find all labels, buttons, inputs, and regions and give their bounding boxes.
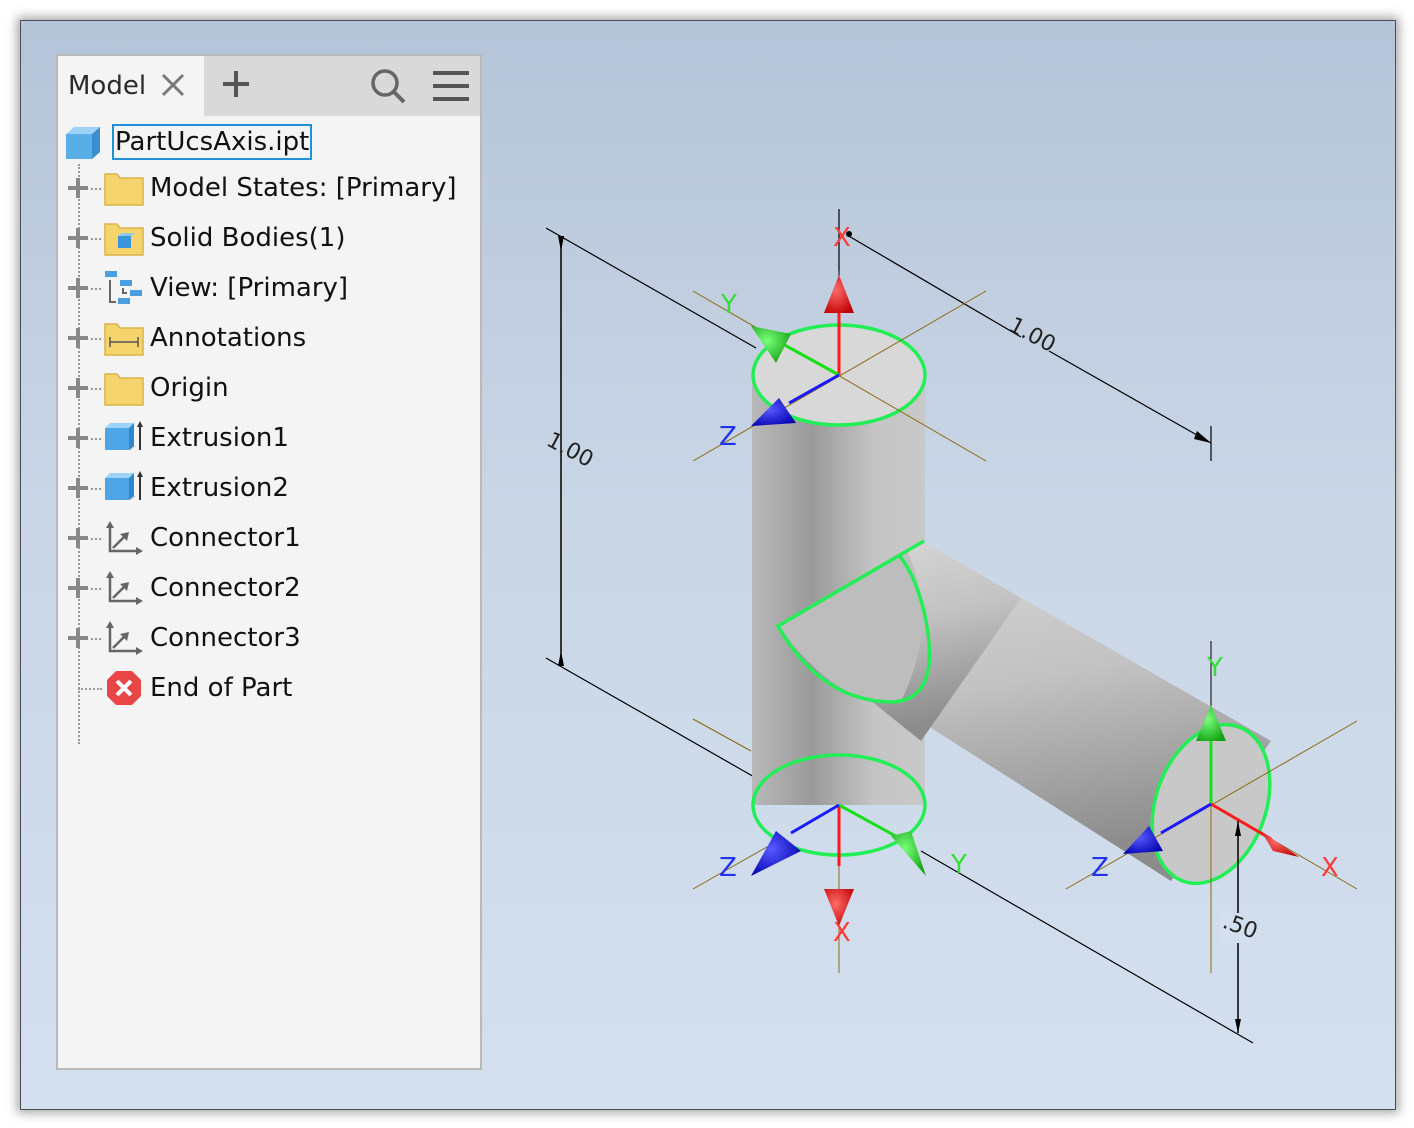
tree-item-label: Annotations (150, 323, 307, 353)
ucs-connector-icon (106, 521, 143, 555)
tree-item-end-of-part[interactable]: End of Part (58, 666, 480, 710)
y-axis-label: Y (720, 290, 737, 320)
y-axis-arrow[interactable] (891, 831, 926, 876)
tree-item-label: Model States: [Primary] (150, 173, 457, 203)
tree-item-connector3[interactable]: Connector3 (58, 616, 480, 660)
extrusion-icon (105, 471, 143, 500)
dimension-value: 1.00 (1005, 313, 1060, 358)
x-axis-label: X (833, 918, 851, 948)
tree-item-label: View: [Primary] (150, 273, 349, 303)
expand-icon[interactable] (66, 476, 90, 500)
expand-icon[interactable] (66, 276, 90, 300)
x-axis-label: X (1321, 853, 1339, 883)
x-axis-arrow[interactable] (1261, 831, 1299, 857)
end-of-part-icon (107, 671, 141, 705)
tree-item-connector1[interactable]: Connector1 (58, 516, 480, 560)
expand-icon[interactable] (66, 626, 90, 650)
z-axis-label: Z (719, 853, 737, 883)
tree-item-model-states[interactable]: Model States: [Primary] (58, 166, 480, 210)
hamburger-menu-icon[interactable] (432, 68, 470, 104)
ucs-connector-icon (106, 621, 143, 655)
extrusion-icon (105, 421, 143, 450)
y-axis-label: Y (1206, 653, 1223, 683)
x-axis-label: X (833, 223, 851, 253)
dimension-value: 1.00 (542, 428, 597, 473)
tab-model-label: Model (68, 71, 147, 101)
tree-item-solid-bodies[interactable]: Solid Bodies(1) (58, 216, 480, 260)
plus-icon[interactable] (220, 68, 252, 100)
tree-item-label: Connector1 (150, 523, 301, 553)
model-browser: Model PartUcsAxis.ipt Model States: [Pri… (56, 54, 482, 1070)
y-axis-label: Y (950, 850, 967, 880)
folder-icon (104, 373, 144, 406)
tree-item-extrusion2[interactable]: Extrusion2 (58, 466, 480, 510)
tree-item-label: Extrusion2 (150, 473, 289, 503)
tree-item-label: Connector3 (150, 623, 301, 653)
folder-icon (104, 173, 144, 206)
part-cube-icon (66, 127, 100, 159)
tree-item-extrusion1[interactable]: Extrusion1 (58, 416, 480, 460)
search-icon[interactable] (368, 66, 408, 106)
tab-model[interactable]: Model (58, 56, 204, 116)
expand-icon[interactable] (66, 426, 90, 450)
vertical-cylinder-body[interactable] (752, 325, 1021, 855)
expand-icon[interactable] (66, 226, 90, 250)
browser-tab-bar: Model (58, 56, 480, 116)
tree-item-label: Extrusion1 (150, 423, 289, 453)
tree-root[interactable]: PartUcsAxis.ipt (64, 122, 313, 162)
tree-root-label[interactable]: PartUcsAxis.ipt (112, 124, 313, 160)
tree-item-origin[interactable]: Origin (58, 366, 480, 410)
annotations-folder-icon (104, 323, 144, 356)
solid-bodies-folder-icon (104, 223, 144, 256)
tree-item-label: End of Part (150, 673, 293, 703)
tree-item-connector2[interactable]: Connector2 (58, 566, 480, 610)
tree-item-label: Origin (150, 373, 229, 403)
ucs-connector-icon (106, 571, 143, 605)
tree-item-label: Connector2 (150, 573, 301, 603)
expand-icon[interactable] (66, 376, 90, 400)
close-icon[interactable] (158, 70, 188, 100)
z-axis-label: Z (1091, 853, 1109, 883)
tree-item-label: Solid Bodies(1) (150, 223, 346, 253)
inventor-window: 1.00 1.00 X Y Z X Y Z X Y Z .50 Model Pa… (20, 20, 1396, 1110)
expand-icon[interactable] (66, 576, 90, 600)
view-rep-icon (105, 271, 142, 304)
expand-icon[interactable] (66, 526, 90, 550)
z-axis-label: Z (719, 422, 737, 452)
tree-item-annotations[interactable]: Annotations (58, 316, 480, 360)
expand-icon[interactable] (66, 326, 90, 350)
expand-icon[interactable] (66, 176, 90, 200)
tree-item-view[interactable]: View: [Primary] (58, 266, 480, 310)
x-axis-arrow[interactable] (824, 275, 854, 313)
